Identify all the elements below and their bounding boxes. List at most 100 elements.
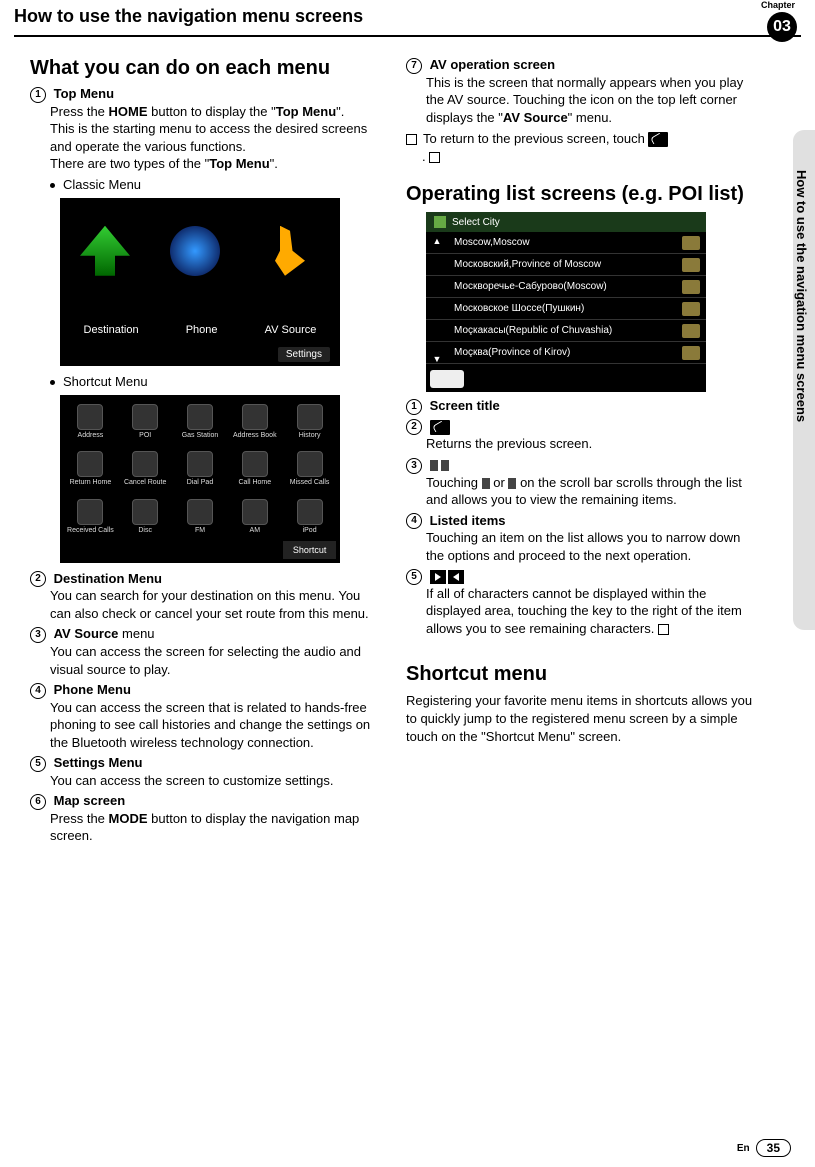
page-number: 35 bbox=[756, 1139, 791, 1157]
scroll-up-icon bbox=[482, 478, 490, 489]
list-desc-listed-items: 4 Listed items Touching an item on the l… bbox=[406, 513, 758, 565]
bullet-icon bbox=[50, 183, 55, 188]
list-item: Московский,Province of Moscow bbox=[426, 254, 706, 276]
left-column: What you can do on each menu 1 Top Menu … bbox=[30, 57, 382, 849]
shortcut-cell: FM bbox=[174, 493, 227, 538]
classic-destination bbox=[60, 198, 150, 284]
section-heading-operating-list: Operating list screens (e.g. POI list) bbox=[406, 183, 758, 206]
item-title-bold: AV Source bbox=[54, 626, 119, 641]
item-body: You can search for your destination on t… bbox=[50, 587, 382, 622]
shortcut-cell: iPod bbox=[283, 493, 336, 538]
poi-back-button bbox=[430, 370, 464, 388]
text: ". bbox=[336, 104, 344, 119]
item-title: Phone Menu bbox=[54, 682, 131, 697]
classic-phone bbox=[150, 198, 240, 284]
text: . bbox=[422, 149, 426, 164]
shortcut-cell: Received Calls bbox=[64, 493, 117, 538]
item-phone-menu: 4 Phone Menu You can access the screen t… bbox=[30, 682, 382, 751]
back-icon bbox=[430, 420, 450, 435]
list-desc-screen-title: 1 Screen title bbox=[406, 398, 758, 415]
classic-label-destination: Destination bbox=[84, 324, 139, 336]
shortcut-cell: Dial Pad bbox=[174, 446, 227, 491]
list-desc-back: 2 Returns the previous screen. bbox=[406, 419, 758, 453]
note-return-previous: To return to the previous screen, touch … bbox=[406, 130, 758, 165]
bullet-label: Shortcut Menu bbox=[63, 374, 148, 389]
arrow-right-icon bbox=[430, 570, 446, 584]
scroll-up-icon bbox=[430, 460, 438, 471]
text: If all of characters cannot be displayed… bbox=[426, 586, 742, 636]
list-item: Москворечье-Сабурово(Moscow) bbox=[426, 276, 706, 298]
item-number: 2 bbox=[406, 419, 422, 435]
side-running-title: How to use the navigation menu screens bbox=[794, 170, 809, 422]
list-item: Моçква(Province of Kirov) bbox=[426, 342, 706, 364]
item-top-menu: 1 Top Menu Press the HOME button to disp… bbox=[30, 86, 382, 173]
bullet-icon bbox=[50, 380, 55, 385]
item-map-screen: 6 Map screen Press the MODE button to di… bbox=[30, 793, 382, 845]
item-number: 1 bbox=[406, 399, 422, 415]
bold-text: HOME bbox=[109, 104, 148, 119]
item-body: This is the screen that normally appears… bbox=[426, 74, 758, 127]
page-footer: En 35 bbox=[737, 1139, 791, 1157]
back-icon bbox=[648, 132, 668, 147]
bullet-label: Classic Menu bbox=[63, 177, 141, 192]
classic-label-av: AV Source bbox=[265, 324, 317, 336]
section-heading-what-you-can-do: What you can do on each menu bbox=[30, 57, 382, 80]
classic-av-source bbox=[240, 198, 330, 284]
bold-text: AV Source bbox=[503, 110, 568, 125]
shortcut-cell: Cancel Route bbox=[119, 446, 172, 491]
list-desc-scroll: 3 Touching or on the scroll bar scrolls … bbox=[406, 457, 758, 509]
shortcut-button: Shortcut bbox=[283, 541, 336, 559]
list-item: Моçкакасы(Republic of Chuvashia) bbox=[426, 320, 706, 342]
text: button to display the " bbox=[148, 104, 276, 119]
item-title: Top Menu bbox=[54, 86, 114, 101]
item-title: AV operation screen bbox=[430, 57, 555, 72]
item-settings-menu: 5 Settings Menu You can access the scree… bbox=[30, 755, 382, 789]
item-body: If all of characters cannot be displayed… bbox=[426, 585, 758, 638]
item-number: 1 bbox=[30, 87, 46, 103]
shortcut-cell: History bbox=[283, 399, 336, 444]
shortcut-cell: Missed Calls bbox=[283, 446, 336, 491]
text: ". bbox=[270, 156, 278, 171]
text: Press the bbox=[50, 104, 109, 119]
item-number: 5 bbox=[406, 569, 422, 585]
scroll-down-icon bbox=[441, 460, 449, 471]
section-heading-shortcut-menu: Shortcut menu bbox=[406, 663, 758, 686]
item-title: Settings Menu bbox=[54, 755, 143, 770]
item-av-operation-screen: 7 AV operation screen This is the screen… bbox=[406, 57, 758, 126]
end-marker-icon bbox=[658, 624, 669, 635]
item-body: Touching an item on the list allows you … bbox=[426, 529, 758, 564]
item-title: Listed items bbox=[430, 513, 506, 528]
right-column: 7 AV operation screen This is the screen… bbox=[406, 57, 758, 849]
item-number: 3 bbox=[406, 458, 422, 474]
item-number: 4 bbox=[406, 513, 422, 529]
shortcut-cell: POI bbox=[119, 399, 172, 444]
item-title-rest: menu bbox=[118, 626, 154, 641]
item-body: Touching or on the scroll bar scrolls th… bbox=[426, 474, 758, 509]
bold-text: Top Menu bbox=[276, 104, 336, 119]
classic-settings-button: Settings bbox=[278, 347, 330, 362]
shortcut-cell: Call Home bbox=[228, 446, 281, 491]
list-item: Московское Шоссе(Пушкин) bbox=[426, 298, 706, 320]
item-number: 5 bbox=[30, 756, 46, 772]
note-bullet-icon bbox=[406, 134, 417, 145]
shortcut-menu-screenshot: Address POI Gas Station Address Book His… bbox=[60, 395, 340, 563]
shortcut-cell: AM bbox=[228, 493, 281, 538]
item-body: Press the HOME button to display the "To… bbox=[50, 103, 382, 173]
item-title: Destination Menu bbox=[54, 571, 162, 586]
list-item: Moscow,Moscow bbox=[426, 232, 706, 254]
chapter-number-badge: 03 bbox=[767, 12, 797, 42]
bold-text: Top Menu bbox=[209, 156, 269, 171]
chapter-label: Chapter bbox=[761, 0, 795, 10]
item-body: Press the MODE button to display the nav… bbox=[50, 810, 382, 845]
shortcut-cell: Disc bbox=[119, 493, 172, 538]
footer-language: En bbox=[737, 1143, 750, 1154]
shortcut-cell: Address Book bbox=[228, 399, 281, 444]
arrow-left-icon bbox=[448, 570, 464, 584]
item-number: 6 bbox=[30, 794, 46, 810]
text: This is the starting menu to access the … bbox=[50, 121, 367, 154]
text: Press the bbox=[50, 811, 109, 826]
shortcut-cell: Address bbox=[64, 399, 117, 444]
text: " menu. bbox=[568, 110, 612, 125]
poi-list-screenshot: Select City ▲▼ Moscow,Moscow Московский,… bbox=[426, 212, 706, 392]
list-desc-arrows: 5 If all of characters cannot be display… bbox=[406, 568, 758, 637]
